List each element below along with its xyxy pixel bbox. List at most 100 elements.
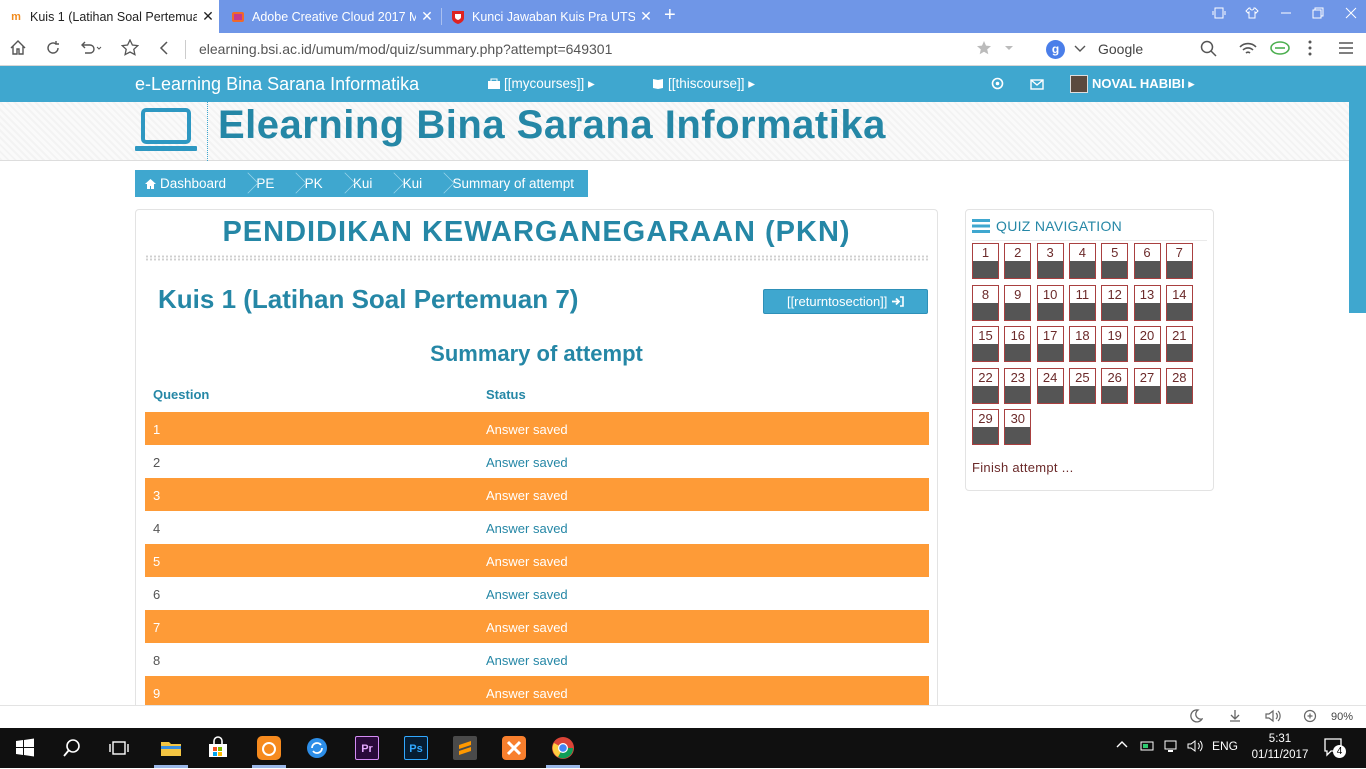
question-number-link[interactable]: 1 — [153, 422, 160, 437]
breadcrumb-item[interactable]: PE — [256, 176, 274, 191]
more-menu-icon[interactable] — [1303, 39, 1317, 62]
close-window-icon[interactable] — [1344, 6, 1358, 23]
quiz-nav-question-button[interactable]: 9 — [1004, 284, 1032, 321]
quiz-nav-question-button[interactable]: 6 — [1133, 243, 1161, 279]
quiz-nav-question-button[interactable]: 25 — [1068, 367, 1096, 404]
bookmark-star-icon[interactable] — [120, 38, 140, 62]
reload-icon[interactable] — [44, 39, 62, 62]
hamburger-menu-icon[interactable] — [1337, 39, 1355, 62]
wifi-icon[interactable] — [1238, 39, 1258, 62]
quiz-nav-question-button[interactable]: 4 — [1068, 243, 1096, 279]
site-brand-link[interactable]: e-Learning Bina Sarana Informatika — [135, 74, 419, 95]
search-icon[interactable] — [60, 736, 84, 760]
back-arrow-icon[interactable] — [156, 39, 174, 62]
quiz-nav-question-button[interactable]: 21 — [1165, 326, 1193, 362]
breadcrumb-dashboard[interactable]: Dashboard — [144, 176, 226, 191]
question-number-link[interactable]: 9 — [153, 686, 160, 701]
tab-kuis[interactable]: m Kuis 1 (Latihan Soal Pertemuan 7) ✕ — [0, 0, 219, 33]
windows-start-icon[interactable] — [13, 736, 37, 760]
question-number-link[interactable]: 5 — [153, 554, 160, 569]
premiere-pro-icon[interactable]: Pr — [355, 736, 379, 760]
breadcrumb-item[interactable]: Kui — [403, 176, 423, 191]
question-number-link[interactable]: 8 — [153, 653, 160, 668]
restore-icon[interactable] — [1311, 6, 1325, 23]
tab-adobe[interactable]: Adobe Creative Cloud 2017 M ✕ — [222, 0, 438, 33]
xampp-icon[interactable] — [502, 736, 526, 760]
quiz-nav-question-button[interactable]: 5 — [1101, 243, 1129, 279]
quiz-nav-question-button[interactable]: 24 — [1036, 367, 1064, 404]
download-icon[interactable] — [1228, 709, 1242, 726]
quiz-nav-question-button[interactable]: 10 — [1036, 284, 1064, 321]
chrome-icon[interactable] — [551, 736, 575, 760]
photoshop-icon[interactable]: Ps — [404, 736, 428, 760]
page-scrollbar-thumb[interactable] — [1349, 102, 1366, 313]
quiz-nav-question-button[interactable]: 11 — [1068, 284, 1096, 321]
quiz-nav-question-button[interactable]: 20 — [1133, 326, 1161, 362]
quiz-nav-question-button[interactable]: 23 — [1004, 367, 1032, 404]
return-to-section-button[interactable]: [[returntosection]] — [763, 289, 928, 314]
action-center-icon[interactable]: 4 — [1323, 737, 1346, 760]
speaker-icon[interactable] — [1187, 739, 1205, 756]
quiz-nav-question-button[interactable]: 19 — [1101, 326, 1129, 362]
show-hidden-icons-icon[interactable] — [1116, 739, 1128, 754]
question-number-link[interactable]: 2 — [153, 455, 160, 470]
quiz-nav-question-button[interactable]: 28 — [1165, 367, 1193, 404]
chevron-down-icon[interactable] — [1074, 42, 1086, 60]
user-menu[interactable]: NOVAL HABIBI ▸ — [1070, 75, 1195, 93]
quiz-nav-question-button[interactable]: 26 — [1101, 367, 1129, 404]
store-icon[interactable] — [206, 736, 230, 760]
night-mode-icon[interactable] — [1189, 709, 1204, 726]
shirt-icon[interactable] — [1245, 6, 1259, 23]
home-icon[interactable] — [9, 39, 27, 62]
quiz-nav-question-button[interactable]: 1 — [972, 243, 999, 279]
quiz-nav-question-button[interactable]: 13 — [1133, 284, 1161, 321]
favorite-star-icon[interactable] — [976, 40, 992, 61]
breadcrumb-item[interactable]: PK — [305, 176, 323, 191]
sublime-text-icon[interactable] — [453, 736, 477, 760]
mycourses-menu[interactable]: [[mycourses]] ▸ — [487, 76, 595, 92]
undo-icon[interactable] — [79, 39, 103, 62]
volume-icon[interactable] — [1265, 709, 1283, 726]
finish-attempt-link[interactable]: Finish attempt ... — [972, 460, 1074, 475]
input-language[interactable]: ENG — [1212, 739, 1238, 753]
quiz-nav-question-button[interactable]: 7 — [1165, 243, 1193, 279]
close-tab-icon[interactable]: ✕ — [197, 8, 219, 25]
network-icon[interactable] — [1163, 739, 1179, 756]
tab-kunci-jawaban[interactable]: Kunci Jawaban Kuis Pra UTS B ✕ — [442, 0, 657, 33]
uc-browser-icon[interactable] — [257, 736, 281, 760]
question-number-link[interactable]: 7 — [153, 620, 160, 635]
quiz-nav-question-button[interactable]: 12 — [1101, 284, 1129, 321]
extension-icon[interactable] — [1269, 39, 1291, 62]
quiz-nav-question-button[interactable]: 17 — [1036, 326, 1064, 362]
zoom-icon[interactable] — [1303, 709, 1319, 726]
battery-icon[interactable] — [1140, 739, 1156, 756]
quiz-nav-question-button[interactable]: 14 — [1165, 284, 1193, 321]
close-tab-icon[interactable]: ✕ — [635, 8, 657, 25]
quiz-nav-question-button[interactable]: 27 — [1133, 367, 1161, 404]
notification-icon[interactable] — [991, 77, 1004, 93]
quiz-nav-question-button[interactable]: 18 — [1068, 326, 1096, 362]
thiscourse-menu[interactable]: [[thiscourse]] ▸ — [652, 76, 755, 92]
tablet-mode-icon[interactable] — [1212, 6, 1226, 23]
url-input[interactable]: elearning.bsi.ac.id/umum/mod/quiz/summar… — [199, 41, 612, 57]
question-number-link[interactable]: 3 — [153, 488, 160, 503]
zoom-level[interactable]: 90% — [1331, 711, 1353, 723]
quiz-nav-question-button[interactable]: 29 — [972, 409, 999, 445]
breadcrumb-item[interactable]: Kui — [353, 176, 373, 191]
new-tab-button[interactable]: + — [664, 4, 676, 27]
quiz-nav-question-button[interactable]: 16 — [1004, 326, 1032, 362]
file-explorer-icon[interactable] — [159, 736, 183, 760]
system-clock[interactable]: 5:31 01/11/2017 — [1249, 731, 1311, 763]
quiz-nav-question-button[interactable]: 15 — [972, 326, 999, 362]
quiz-nav-question-button[interactable]: 8 — [972, 284, 999, 321]
minimize-icon[interactable] — [1279, 6, 1293, 23]
search-icon[interactable] — [1200, 40, 1218, 63]
chevron-down-icon[interactable] — [1003, 40, 1015, 59]
task-view-icon[interactable] — [107, 736, 131, 760]
close-tab-icon[interactable]: ✕ — [416, 8, 438, 25]
quiz-nav-question-button[interactable]: 2 — [1004, 243, 1032, 279]
sync-app-icon[interactable] — [305, 736, 329, 760]
quiz-nav-question-button[interactable]: 22 — [972, 367, 999, 404]
message-envelope-icon[interactable] — [1030, 78, 1044, 93]
question-number-link[interactable]: 6 — [153, 587, 160, 602]
